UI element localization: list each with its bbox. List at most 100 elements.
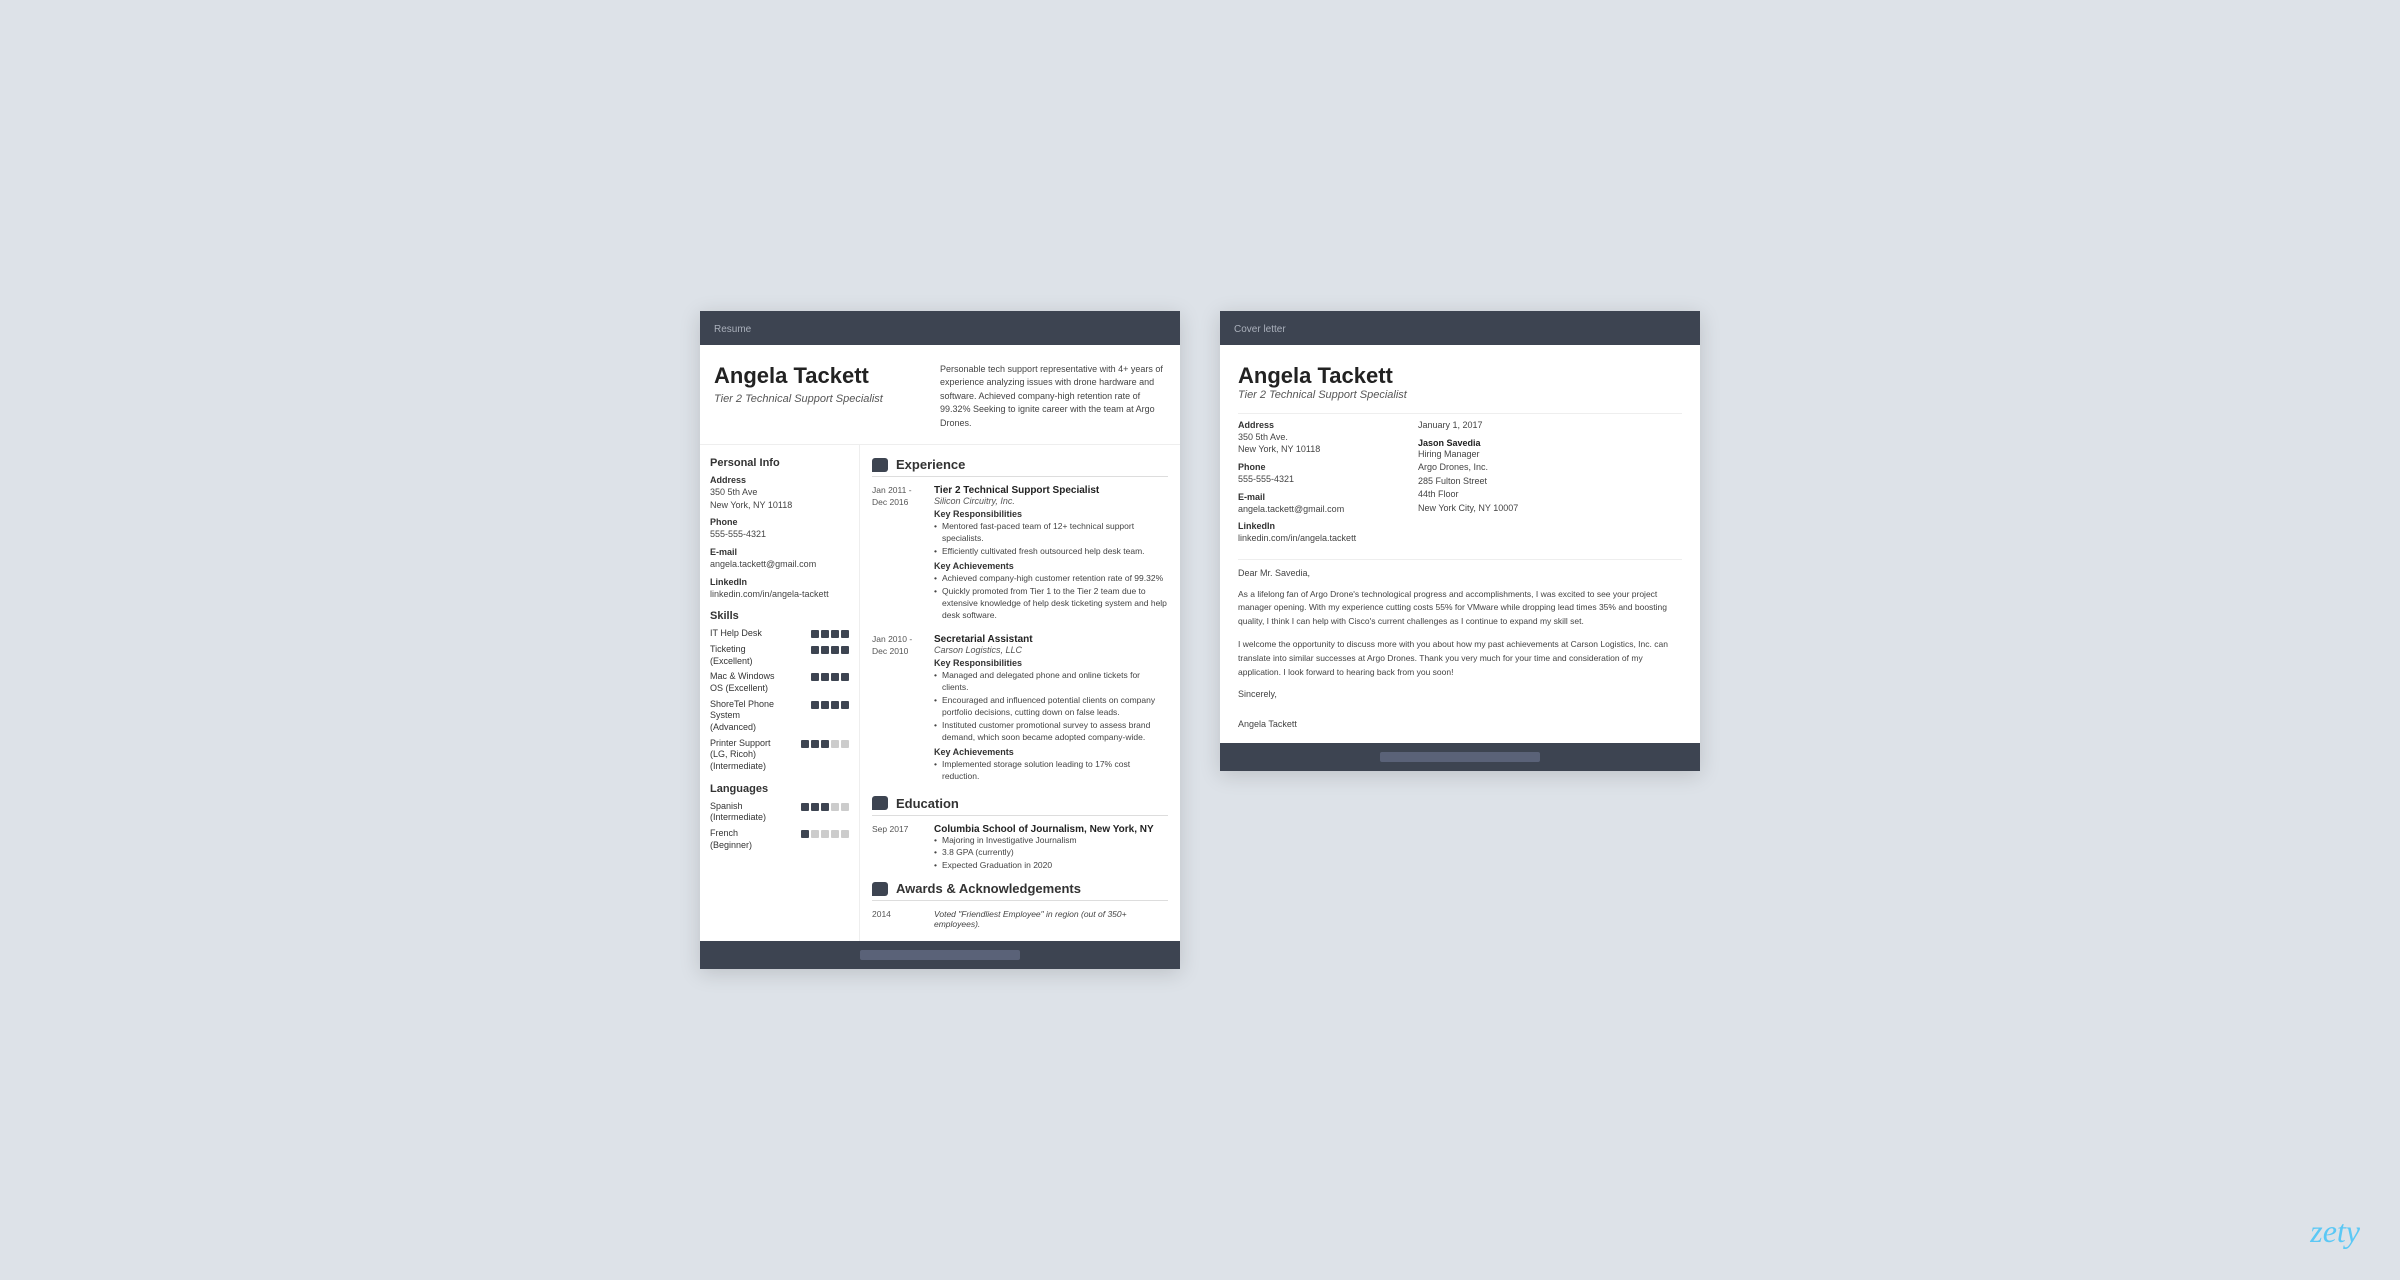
cover-email-value: angela.tackett@gmail.com	[1238, 503, 1398, 516]
experience-entry: Jan 2011 - Dec 2016 Tier 2 Technical Sup…	[872, 485, 1168, 622]
education-title: Education	[872, 796, 1168, 816]
cover-header: Cover letter	[1220, 311, 1700, 345]
experience-company: Carson Logistics, LLC	[934, 645, 1168, 655]
skill-name: Printer Support (LG, Ricoh) (Intermediat…	[710, 738, 797, 773]
skill-row: Printer Support (LG, Ricoh) (Intermediat…	[710, 738, 849, 773]
personal-info-title: Personal Info	[710, 457, 849, 469]
language-dot	[831, 803, 839, 811]
skill-dots	[811, 673, 849, 681]
cover-phone-value: 555-555-4321	[1238, 473, 1398, 486]
language-dot	[831, 830, 839, 838]
skill-dots	[811, 630, 849, 638]
cover-divider1	[1238, 413, 1682, 414]
experience-icon	[872, 458, 888, 472]
cover-name: Angela Tackett	[1238, 363, 1682, 389]
cover-columns: Address 350 5th Ave.New York, NY 10118 P…	[1238, 420, 1682, 545]
skill-dots	[811, 646, 849, 654]
cover-letter-document: Cover letter Angela Tackett Tier 2 Techn…	[1220, 311, 1700, 772]
cover-linkedin-value: linkedin.com/in/angela.tackett	[1238, 532, 1398, 545]
cover-signature: Angela Tackett	[1238, 719, 1682, 729]
language-dot	[841, 830, 849, 838]
skill-dot	[811, 646, 819, 654]
skill-dot	[841, 646, 849, 654]
resume-footer	[700, 941, 1180, 969]
cover-date: January 1, 2017	[1418, 420, 1682, 430]
resume-columns: Personal Info Address 350 5th AveNew Yor…	[700, 445, 1180, 941]
language-dot	[821, 830, 829, 838]
skill-dot	[831, 673, 839, 681]
skill-row: IT Help Desk	[710, 628, 849, 640]
cover-divider2	[1238, 559, 1682, 560]
resume-footer-bar	[860, 950, 1020, 960]
experience-list: Jan 2011 - Dec 2016 Tier 2 Technical Sup…	[872, 485, 1168, 783]
cover-closing: Sincerely,	[1238, 689, 1682, 699]
languages-title: Languages	[710, 783, 849, 795]
cover-recipient-name: Jason Savedia	[1418, 438, 1682, 448]
skill-dot	[841, 701, 849, 709]
responsibility-item: Mentored fast-paced team of 12+ technica…	[934, 521, 1168, 545]
resume-header-label: Resume	[714, 324, 751, 335]
awards-date: 2014	[872, 909, 924, 929]
education-bullet: Majoring in Investigative Journalism	[934, 835, 1168, 847]
phone-label: Phone	[710, 517, 849, 527]
awards-list: 2014 Voted "Friendliest Employee" in reg…	[872, 909, 1168, 929]
skill-dot	[821, 646, 829, 654]
education-icon	[872, 796, 888, 810]
cover-linkedin-label: LinkedIn	[1238, 521, 1398, 531]
achievements-label: Key Achievements	[934, 561, 1168, 571]
zety-logo: zety	[2310, 1213, 2360, 1250]
cover-recipient-address3: New York City, NY 10007	[1418, 502, 1682, 516]
cover-address-value: 350 5th Ave.New York, NY 10118	[1238, 431, 1398, 456]
cover-salutation: Dear Mr. Savedia,	[1238, 568, 1682, 578]
skill-row: Ticketing (Excellent)	[710, 644, 849, 667]
cover-paragraph2: I welcome the opportunity to discuss mor…	[1238, 638, 1682, 679]
cover-recipient-address1: 285 Fulton Street	[1418, 475, 1682, 489]
skill-dot	[831, 740, 839, 748]
education-school: Columbia School of Journalism, New York,…	[934, 824, 1168, 835]
language-dot	[821, 803, 829, 811]
cover-recipient-company: Argo Drones, Inc.	[1418, 461, 1682, 475]
language-dot	[801, 830, 809, 838]
cover-body: Angela Tackett Tier 2 Technical Support …	[1220, 345, 1700, 744]
experience-content: Tier 2 Technical Support Specialist Sili…	[934, 485, 1168, 622]
cover-paragraph1: As a lifelong fan of Argo Drone's techno…	[1238, 588, 1682, 629]
language-row: Spanish (Intermediate)	[710, 801, 849, 824]
responsibility-item: Instituted customer promotional survey t…	[934, 720, 1168, 744]
linkedin-value: linkedin.com/in/angela-tackett	[710, 588, 849, 601]
cover-footer	[1220, 743, 1700, 771]
language-dots	[801, 830, 849, 838]
language-row: French (Beginner)	[710, 828, 849, 851]
cover-job-title: Tier 2 Technical Support Specialist	[1238, 389, 1682, 401]
experience-content: Secretarial Assistant Carson Logistics, …	[934, 634, 1168, 783]
resume-top: Angela Tackett Tier 2 Technical Support …	[700, 345, 1180, 446]
cover-recipient-address2: 44th Floor	[1418, 488, 1682, 502]
experience-company: Silicon Circuitry, Inc.	[934, 496, 1168, 506]
linkedin-label: LinkedIn	[710, 577, 849, 587]
language-dots	[801, 803, 849, 811]
experience-job-title: Tier 2 Technical Support Specialist	[934, 485, 1168, 496]
skill-dot	[841, 673, 849, 681]
skill-dots	[801, 740, 849, 748]
responsibilities-label: Key Responsibilities	[934, 509, 1168, 519]
awards-text: Voted "Friendliest Employee" in region (…	[934, 909, 1168, 929]
responsibility-item: Managed and delegated phone and online t…	[934, 670, 1168, 694]
skill-dot	[811, 701, 819, 709]
experience-date: Jan 2011 - Dec 2016	[872, 485, 924, 622]
address-value: 350 5th AveNew York, NY 10118	[710, 486, 849, 511]
cover-email-label: E-mail	[1238, 492, 1398, 502]
education-list: Sep 2017 Columbia School of Journalism, …	[872, 824, 1168, 874]
skill-dot	[821, 673, 829, 681]
skill-name: Ticketing (Excellent)	[710, 644, 807, 667]
skill-dot	[831, 701, 839, 709]
cover-address-label: Address	[1238, 420, 1398, 430]
responsibilities-label: Key Responsibilities	[934, 658, 1168, 668]
skill-dot	[831, 630, 839, 638]
skill-row: ShoreTel Phone System (Advanced)	[710, 699, 849, 734]
education-entry: Sep 2017 Columbia School of Journalism, …	[872, 824, 1168, 874]
skill-dot	[811, 630, 819, 638]
cover-left: Address 350 5th Ave.New York, NY 10118 P…	[1238, 420, 1398, 545]
skill-dot	[841, 740, 849, 748]
resume-left-column: Personal Info Address 350 5th AveNew Yor…	[700, 445, 860, 941]
achievements-list: Achieved company-high customer retention…	[934, 573, 1168, 622]
awards-icon	[872, 882, 888, 896]
